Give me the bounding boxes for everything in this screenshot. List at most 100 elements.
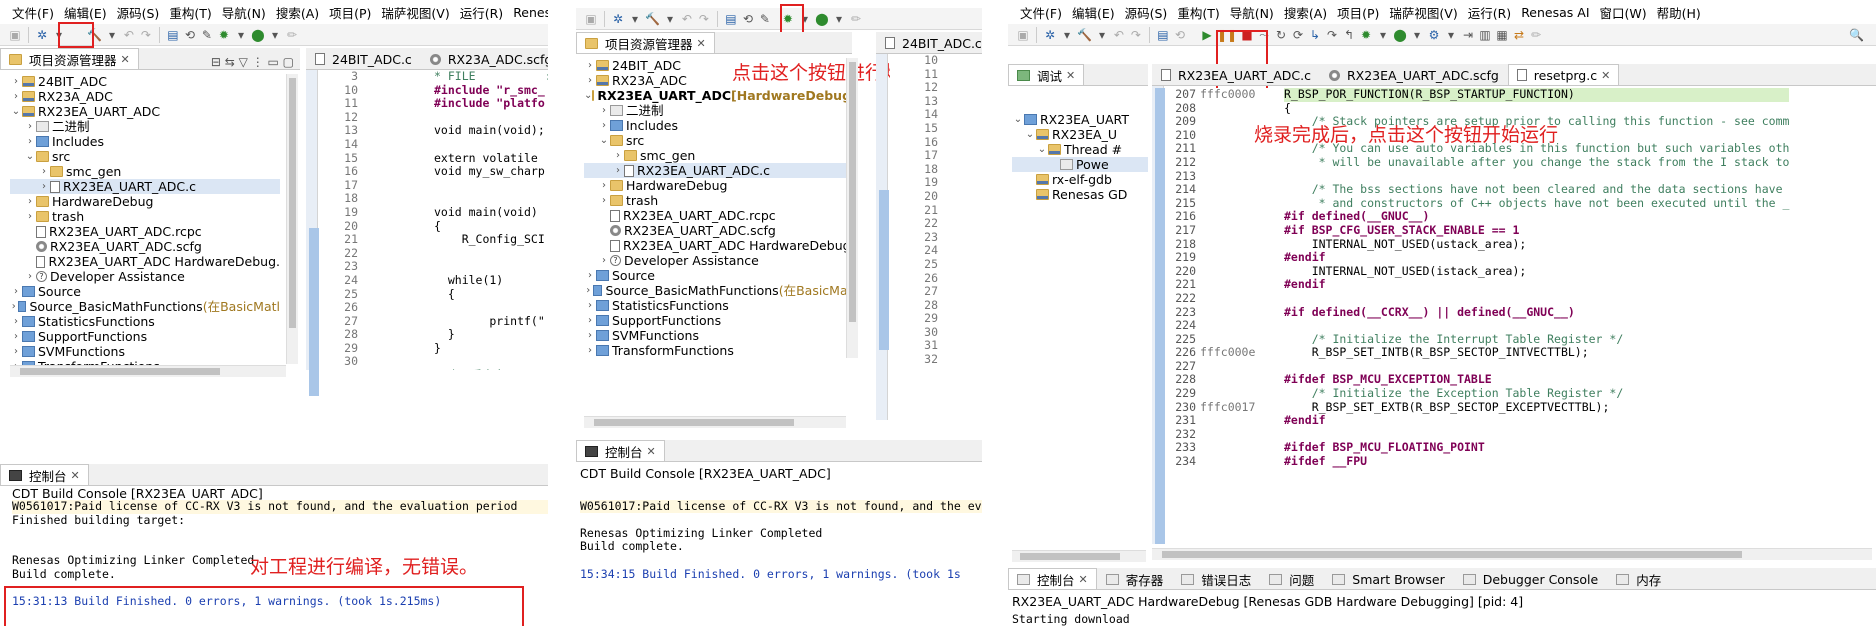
tree-item[interactable]: › smc_gen [10,164,280,179]
tree-item[interactable]: › SupportFunctions [10,329,280,344]
tab-rx23ea-uart-adc-scfg[interactable]: RX23EA_UART_ADC.scfg [1320,64,1508,85]
code-editor[interactable]: 3 10 11 12 13 14 15 16 17 18 19 20 21 22 23 24 25 26 27 28 2… [320,70,548,370]
run-icon[interactable]: ⬤ [1393,27,1407,43]
tree-item[interactable]: › RX23EA_UART_ADC.c [584,163,856,178]
expand-toggle-icon[interactable]: › [598,103,610,118]
expand-toggle-icon[interactable]: › [10,314,22,329]
menu-item[interactable]: 文件(F) [12,3,54,22]
tree-item[interactable]: › TransformFunctions [584,343,856,358]
memory-icon[interactable]: ▦ [1495,27,1509,43]
debug-config-icon[interactable]: ✲ [1043,27,1057,43]
step-over-icon[interactable]: ↷ [1325,27,1339,43]
close-icon[interactable]: ✕ [647,445,656,458]
undo-icon[interactable]: ↶ [122,27,136,43]
expand-toggle-icon[interactable]: › [612,163,624,178]
tab-0[interactable]: 控制台 ✕ [1008,568,1097,589]
tab-project-explorer[interactable]: 项目资源管理器 ✕ [576,32,715,53]
tree-item[interactable]: › SupportFunctions [584,313,856,328]
dropdown-icon[interactable]: ▾ [1410,27,1424,43]
dropdown-icon[interactable]: ▾ [1444,27,1458,43]
expand-toggle-icon[interactable]: › [598,118,610,133]
expand-toggle-icon[interactable]: ⌄ [598,133,610,148]
menu-item[interactable]: 项目(P) [329,3,371,22]
tree-item[interactable]: › Source_BasicMathFunctions (在BasicMatl [10,299,280,314]
terminal-icon[interactable]: ▤ [1156,27,1170,43]
resume-icon[interactable]: ▶ [1200,27,1214,43]
tab-4[interactable]: Smart Browser [1323,568,1453,589]
tree-item[interactable]: Renesas GD [1012,187,1148,202]
expand-toggle-icon[interactable]: › [584,313,596,328]
tree-item[interactable]: › 24BIT_ADC [584,58,856,73]
menu-item[interactable]: 运行(R) [1468,3,1511,22]
menu-item[interactable]: 瑞萨视图(V) [1389,3,1457,22]
tree-scrollbar[interactable] [286,74,298,364]
tree-item[interactable]: ⌄ src [584,133,856,148]
view-menu-icon[interactable]: ⊟ ⇆ ▽ ⋮ ▭ ▢ [211,55,300,69]
tree-item[interactable]: RX23EA_UART_ADC.scfg [584,223,856,238]
tree-item[interactable]: ›? Developer Assistance [10,269,280,284]
dropdown-icon[interactable]: ▾ [663,11,677,27]
expand-toggle-icon[interactable]: ⌄ [1012,112,1024,127]
dropdown-icon[interactable]: ▾ [1376,27,1390,43]
expand-toggle-icon[interactable]: › [598,193,610,208]
tree-item[interactable]: › Source [584,268,856,283]
close-icon[interactable]: ✕ [697,37,706,50]
skip-breakpoints-icon[interactable]: ⟲ [1173,27,1187,43]
tree-item[interactable]: ⌄ RX23EA_UART_ADC [10,104,280,119]
tree-item[interactable]: › SVMFunctions [10,344,280,359]
instruction-step-icon[interactable]: ⇥ [1461,27,1475,43]
tree-item[interactable]: › StatisticsFunctions [10,314,280,329]
tree-item[interactable]: ⌄ src [10,149,280,164]
menu-item[interactable]: 项目(P) [1337,3,1379,22]
tab-6[interactable]: 内存 [1607,568,1670,589]
tab-5[interactable]: Debugger Console [1454,568,1607,589]
expand-toggle-icon[interactable]: › [38,164,50,179]
tree-item[interactable]: › RX23EA_UART_ADC.c [10,179,280,194]
save-icon[interactable]: ▣ [8,27,22,43]
tab-rx23ea-uart-adc-c[interactable]: RX23EA_UART_ADC.c [1152,64,1320,85]
tree-item[interactable]: › trash [10,209,280,224]
expand-toggle-icon[interactable]: ⌄ [584,88,592,103]
code-editor[interactable]: 10 11 12 13 14 15 16 17 18 19 20 21 22 23 24 25 26 27 28 29… [890,54,982,420]
tab-1[interactable]: 寄存器 [1097,568,1173,589]
tree-item[interactable]: › HardwareDebug [584,178,856,193]
expand-toggle-icon[interactable]: › [598,178,610,193]
expand-toggle-icon[interactable]: › [584,343,596,358]
expand-toggle-icon[interactable]: › [612,148,624,163]
tree-item[interactable]: RX23EA_UART_ADC.rcpc [584,208,856,223]
menu-item[interactable]: 编辑(E) [64,3,107,22]
pen-icon[interactable]: ✏ [285,27,299,43]
tree-item[interactable]: ⌄ RX23EA_U [1012,127,1148,142]
redo-icon[interactable]: ↷ [1129,27,1143,43]
tree-item[interactable]: ⌄ RX23EA_UART [1012,112,1148,127]
close-icon[interactable]: ✕ [121,53,130,66]
tab-console[interactable]: 控制台 ✕ [0,464,89,485]
tab-debug[interactable]: 调试 ✕ [1008,64,1085,85]
menu-item[interactable]: 文件(F) [1020,3,1062,22]
debug-bug-icon[interactable]: ✹ [1359,27,1373,43]
expand-toggle-icon[interactable]: › [584,268,596,283]
expand-toggle-icon[interactable]: › [584,283,593,298]
code-editor[interactable]: 207 208 209 210 211 212 213 214 215 216 217 218 219 2… [1166,88,1876,544]
expand-toggle-icon[interactable]: › [584,73,596,88]
editor-hscrollbar[interactable] [1152,548,1872,560]
tree-item[interactable]: RX23EA_UART_ADC.scfg [10,239,280,254]
expand-toggle-icon[interactable]: › [24,134,36,149]
run-icon[interactable]: ⬤ [251,27,265,43]
expand-toggle-icon[interactable]: › [38,179,50,194]
expand-toggle-icon[interactable]: › [584,298,596,313]
tree-item[interactable]: › Includes [10,134,280,149]
tree-scrollbar[interactable] [846,58,858,358]
tree-item[interactable]: › Source [10,284,280,299]
build-dropdown-icon[interactable]: ▾ [105,27,119,43]
step-return-icon[interactable]: ↰ [1342,27,1356,43]
tab-console[interactable]: 控制台 ✕ [576,440,665,461]
tree-hscrollbar[interactable] [584,416,846,428]
menu-item[interactable]: 源码(S) [117,3,160,22]
save-icon[interactable]: ▣ [1016,27,1030,43]
menu-item[interactable]: 帮助(H) [1657,3,1701,22]
close-icon[interactable]: ✕ [1079,573,1088,586]
dropdown-icon[interactable]: ▾ [628,11,642,27]
menu-item[interactable]: 源码(S) [1125,3,1168,22]
tree-item[interactable]: Powe [1012,157,1148,172]
